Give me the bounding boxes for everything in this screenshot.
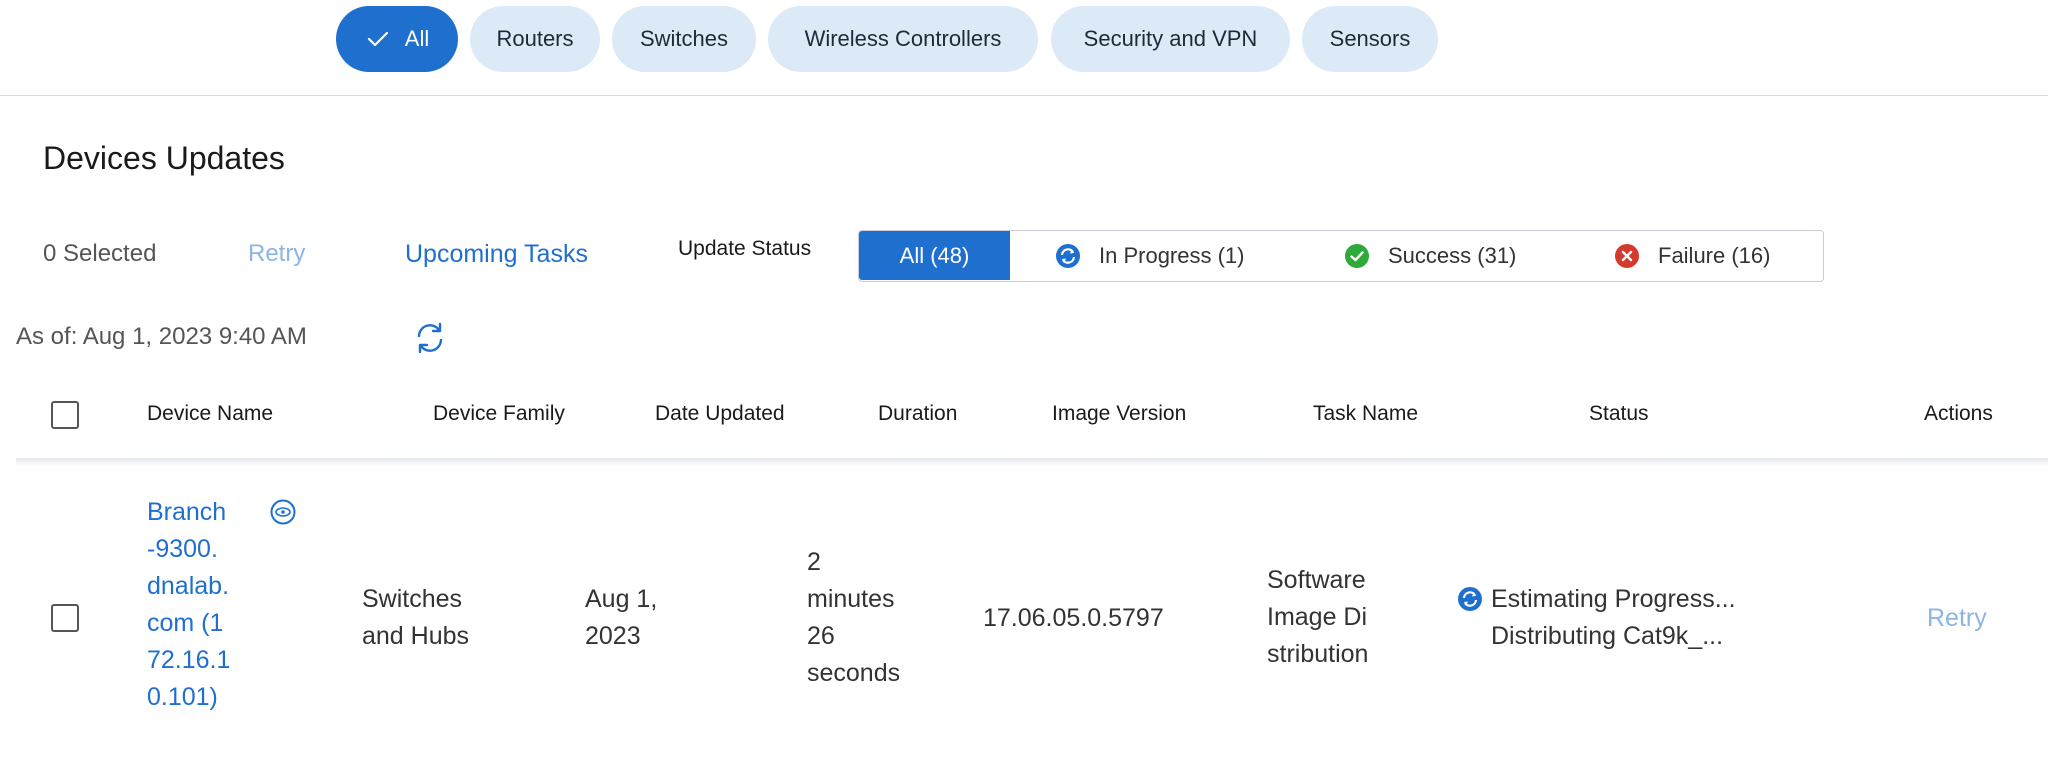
status-filter-label: Failure (16)	[1658, 242, 1771, 268]
column-header-device-name[interactable]: Device Name	[147, 402, 273, 426]
chip-label: Sensors	[1329, 26, 1411, 51]
duration-cell: 2 minutes 26 seconds	[807, 544, 900, 692]
chip-switches[interactable]: Switches	[612, 6, 756, 72]
update-status-filter: All (48) In Progress (1) Success (31) Fa…	[858, 230, 1824, 282]
360-view-icon[interactable]	[269, 498, 297, 526]
status-filter-failure[interactable]: Failure (16)	[1614, 231, 1770, 280]
status-filter-all[interactable]: All (48)	[859, 231, 1010, 280]
chip-label: Wireless Controllers	[804, 26, 1002, 51]
date-updated-line: 2023	[585, 622, 641, 650]
as-of-timestamp: As of: Aug 1, 2023 9:40 AM	[16, 323, 307, 350]
duration-line: 2	[807, 548, 821, 576]
chip-all[interactable]: All	[336, 6, 458, 72]
duration-line: 26	[807, 622, 835, 650]
upcoming-tasks-link[interactable]: Upcoming Tasks	[405, 240, 588, 269]
task-name-line: stribution	[1267, 640, 1369, 668]
status-cell: Estimating Progress... Distributing Cat9…	[1491, 581, 1736, 655]
status-line: Estimating Progress...	[1491, 585, 1736, 613]
chip-label: Routers	[496, 26, 574, 51]
chip-routers[interactable]: Routers	[470, 6, 600, 72]
status-filter-label: In Progress (1)	[1099, 242, 1245, 268]
select-all-checkbox[interactable]	[51, 401, 79, 429]
sync-icon	[1056, 243, 1080, 268]
column-header-duration[interactable]: Duration	[878, 402, 957, 426]
row-retry-button[interactable]: Retry	[1927, 600, 1987, 637]
duration-line: seconds	[807, 659, 901, 687]
task-name-line: Image Di	[1267, 603, 1368, 631]
device-name-line: 72.16.1	[147, 646, 231, 674]
task-name-line: Software	[1267, 566, 1366, 594]
chip-label: All	[404, 26, 430, 51]
device-name-line: 0.101)	[147, 683, 218, 711]
device-name-link[interactable]: Branch -9300. dnalab. com (1 72.16.1 0.1…	[147, 494, 230, 716]
task-name-cell: Software Image Di stribution	[1267, 562, 1368, 673]
update-status-label: Update Status	[678, 237, 812, 260]
date-updated-cell: Aug 1, 2023	[585, 581, 657, 655]
row-checkbox[interactable]	[51, 604, 79, 632]
refresh-icon[interactable]	[412, 320, 448, 356]
date-updated-line: Aug 1,	[585, 585, 658, 613]
status-filter-in-progress[interactable]: In Progress (1)	[1055, 231, 1245, 280]
sync-icon	[1458, 587, 1482, 611]
chip-label: Switches	[639, 26, 729, 51]
column-header-task-name[interactable]: Task Name	[1313, 402, 1418, 426]
column-header-actions: Actions	[1924, 402, 1993, 425]
column-header-device-family[interactable]: Device Family	[433, 402, 565, 426]
device-name-line: dnalab.	[147, 572, 230, 600]
chip-wireless-controllers[interactable]: Wireless Controllers	[768, 6, 1038, 72]
column-header-status[interactable]: Status	[1589, 402, 1649, 426]
header-divider	[16, 458, 2048, 466]
device-name-line: -9300.	[147, 535, 218, 563]
check-icon	[367, 31, 388, 47]
column-header-image-version[interactable]: Image Version	[1052, 402, 1186, 426]
retry-button[interactable]: Retry	[248, 240, 305, 268]
device-family-line: Switches	[362, 585, 463, 613]
status-filter-label: All (48)	[899, 242, 970, 268]
divider	[0, 95, 2048, 96]
selected-count: 0 Selected	[43, 240, 157, 267]
column-header-date-updated[interactable]: Date Updated	[655, 402, 785, 426]
device-name-line: com (1	[147, 609, 224, 637]
status-line: Distributing Cat9k_...	[1491, 622, 1724, 650]
duration-line: minutes	[807, 585, 895, 613]
device-family-cell: Switches and Hubs	[362, 581, 469, 655]
chip-sensors[interactable]: Sensors	[1302, 6, 1438, 72]
device-name-line: Branch	[147, 498, 227, 526]
image-version-cell: 17.06.05.0.5797	[983, 604, 1164, 632]
section-title: Devices Updates	[43, 140, 285, 176]
device-family-line: and Hubs	[362, 622, 470, 650]
check-circle-icon	[1345, 243, 1369, 268]
x-circle-icon	[1615, 243, 1639, 268]
chip-security-vpn[interactable]: Security and VPN	[1051, 6, 1290, 72]
status-filter-success[interactable]: Success (31)	[1344, 231, 1516, 280]
chip-label: Security and VPN	[1083, 26, 1258, 51]
status-filter-label: Success (31)	[1388, 242, 1517, 268]
